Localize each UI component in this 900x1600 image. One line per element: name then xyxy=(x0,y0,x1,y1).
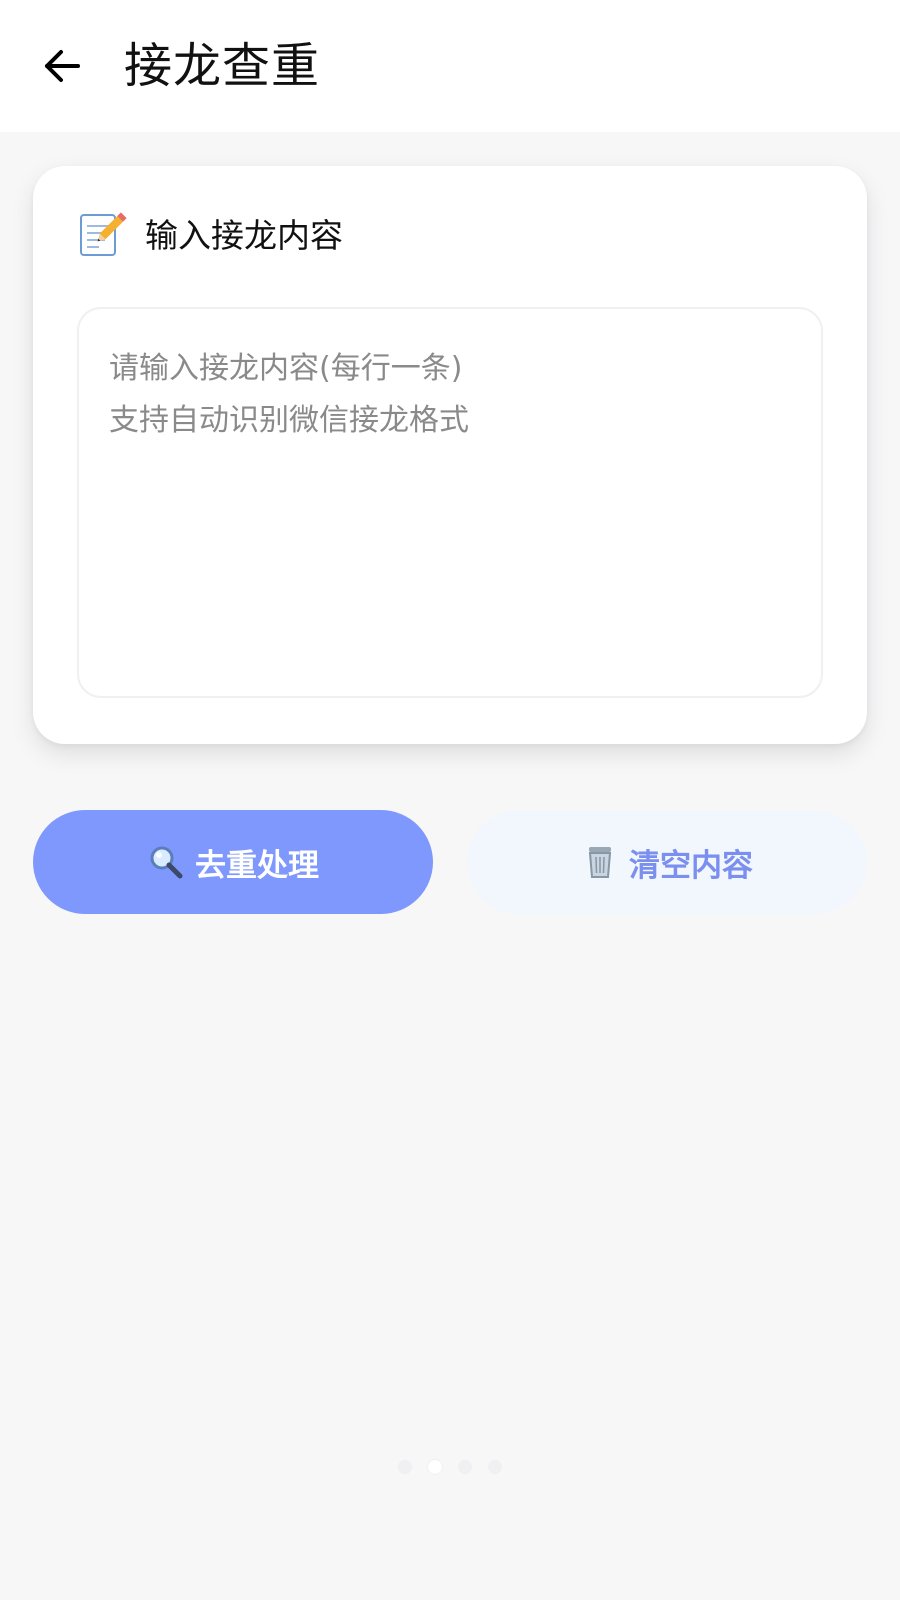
page-dot xyxy=(398,1460,412,1474)
arrow-left-icon xyxy=(45,50,80,82)
content-textarea[interactable] xyxy=(77,307,823,698)
page-indicator xyxy=(0,1460,900,1474)
memo-icon xyxy=(80,212,127,256)
app-bar: 接龙查重 xyxy=(0,0,900,132)
page-dot xyxy=(458,1460,472,1474)
page-dot xyxy=(488,1460,502,1474)
page-title: 接龙查重 xyxy=(124,38,321,94)
magnifier-icon xyxy=(150,846,183,879)
back-button[interactable] xyxy=(34,38,90,94)
dedupe-button-label: 去重处理 xyxy=(195,847,319,884)
clear-button[interactable]: 清空内容 xyxy=(467,810,867,914)
card-title: 输入接龙内容 xyxy=(145,216,343,255)
clear-button-label: 清空内容 xyxy=(629,847,753,884)
trash-icon xyxy=(588,847,612,878)
dedupe-button[interactable]: 去重处理 xyxy=(33,810,433,914)
page-dot xyxy=(428,1460,442,1474)
input-card: 输入接龙内容 xyxy=(33,166,867,744)
